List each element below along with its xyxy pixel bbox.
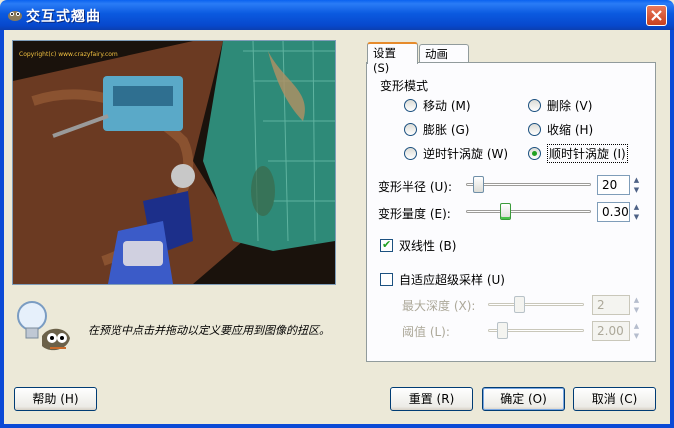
cancel-button-label: 取消 (C) — [591, 392, 638, 406]
radio-indicator — [528, 122, 541, 136]
spin-down-icon[interactable]: ▼ — [632, 305, 641, 315]
threshold-label: 阈值 (L): — [402, 325, 450, 339]
spin-up-icon[interactable]: ▲ — [632, 202, 641, 212]
radio-indicator — [404, 122, 417, 136]
help-button[interactable]: 帮助 (H) — [14, 387, 97, 411]
spin-down-icon[interactable]: ▼ — [632, 212, 641, 222]
mode-move-radio[interactable]: 移动 (M) — [404, 97, 471, 113]
deform-radius-track[interactable] — [466, 183, 591, 186]
deform-amount-value: 0.30 — [602, 205, 629, 219]
radio-indicator — [404, 146, 417, 160]
hint-text: 在预览中点击并拖动以定义要应用到图像的扭区。 — [88, 324, 330, 337]
tab-animation[interactable]: 动画 (A) — [419, 44, 469, 76]
radio-indicator — [404, 98, 417, 112]
mode-remove-label: 删除 (V) — [547, 98, 593, 113]
max-depth-slider-thumb[interactable] — [513, 296, 525, 313]
deform-amount-track[interactable] — [466, 210, 591, 213]
max-depth-label: 最大深度 (X): — [402, 299, 476, 313]
deform-amount-input[interactable]: 0.30 — [597, 202, 630, 222]
threshold-value: 2.00 — [597, 324, 624, 338]
spin-up-icon[interactable]: ▲ — [632, 321, 641, 331]
mode-swirl-cw-label: 顺时针涡旋 (I) — [547, 143, 628, 163]
reset-button[interactable]: 重置 (R) — [390, 387, 473, 411]
max-depth-track[interactable] — [488, 303, 584, 306]
mode-move-label: 移动 (M) — [423, 98, 471, 113]
max-depth-value: 2 — [597, 298, 605, 312]
window-title: 交互式翘曲 — [26, 9, 101, 25]
mode-remove-radio[interactable]: 删除 (V) — [528, 97, 592, 113]
warp-preview[interactable]: Copyright(c) www.crazyfairy.com — [12, 40, 336, 285]
mode-grow-label: 膨胀 (G) — [423, 122, 470, 137]
deform-mode-label: 变形模式 — [380, 79, 429, 93]
radio-indicator-selected — [528, 146, 541, 160]
mode-swirl-ccw-label: 逆时针涡旋 (W) — [423, 146, 509, 161]
mode-shrink-label: 收缩 (H) — [547, 122, 594, 137]
spin-up-icon[interactable]: ▲ — [632, 295, 641, 305]
threshold-spinner[interactable]: ▲ ▼ — [632, 321, 641, 341]
ok-button-label: 确定 (O) — [500, 392, 547, 406]
max-depth-spinner[interactable]: ▲ ▼ — [632, 295, 641, 315]
mode-shrink-radio[interactable]: 收缩 (H) — [528, 121, 593, 137]
adaptive-supersample-checkbox[interactable]: 自适应超级采样 (U) — [380, 271, 505, 288]
mode-grow-radio[interactable]: 膨胀 (G) — [404, 121, 469, 137]
checkbox-unchecked — [380, 273, 393, 286]
deform-radius-label: 变形半径 (U): — [378, 180, 453, 194]
bilinear-label: 双线性 (B) — [399, 239, 457, 253]
window-frame-left — [0, 30, 4, 428]
deform-amount-spinner[interactable]: ▲ ▼ — [632, 202, 641, 222]
threshold-slider-thumb[interactable] — [496, 322, 508, 339]
preview-watermark: Copyright(c) www.crazyfairy.com — [19, 51, 118, 58]
window-frame-bottom — [0, 424, 674, 428]
title-bar: 交互式翘曲 — [0, 0, 674, 30]
reset-button-label: 重置 (R) — [408, 392, 455, 406]
bilinear-checkbox[interactable]: 双线性 (B) — [380, 237, 456, 254]
close-button[interactable] — [646, 5, 667, 26]
cancel-button[interactable]: 取消 (C) — [573, 387, 656, 411]
spin-down-icon[interactable]: ▼ — [632, 185, 641, 195]
preview-image — [13, 41, 335, 284]
window-frame-right — [670, 30, 674, 428]
ok-button[interactable]: 确定 (O) — [482, 387, 565, 411]
checkbox-checked — [380, 238, 393, 252]
deform-amount-slider-thumb[interactable] — [500, 203, 512, 220]
gimp-app-icon — [8, 11, 22, 21]
deform-radius-value: 20 — [602, 178, 618, 192]
lightbulb-wilber-icon — [17, 301, 70, 351]
close-icon — [651, 10, 662, 21]
mode-swirl-ccw-radio[interactable]: 逆时针涡旋 (W) — [404, 145, 508, 161]
spin-down-icon[interactable]: ▼ — [632, 331, 641, 341]
deform-amount-label: 变形量度 (E): — [378, 207, 451, 221]
tab-settings[interactable]: 设置 (S) — [367, 42, 418, 75]
adaptive-supersample-label: 自适应超级采样 (U) — [399, 273, 505, 287]
deform-radius-spinner[interactable]: ▲ ▼ — [632, 175, 641, 195]
mode-swirl-cw-radio[interactable]: 顺时针涡旋 (I) — [528, 143, 628, 163]
radio-indicator — [528, 98, 541, 112]
spin-up-icon[interactable]: ▲ — [632, 175, 641, 185]
threshold-input[interactable]: 2.00 — [592, 321, 630, 341]
max-depth-input[interactable]: 2 — [592, 295, 630, 315]
deform-radius-slider-thumb[interactable] — [472, 176, 484, 193]
deform-radius-input[interactable]: 20 — [597, 175, 630, 195]
help-button-label: 帮助 (H) — [32, 392, 79, 406]
